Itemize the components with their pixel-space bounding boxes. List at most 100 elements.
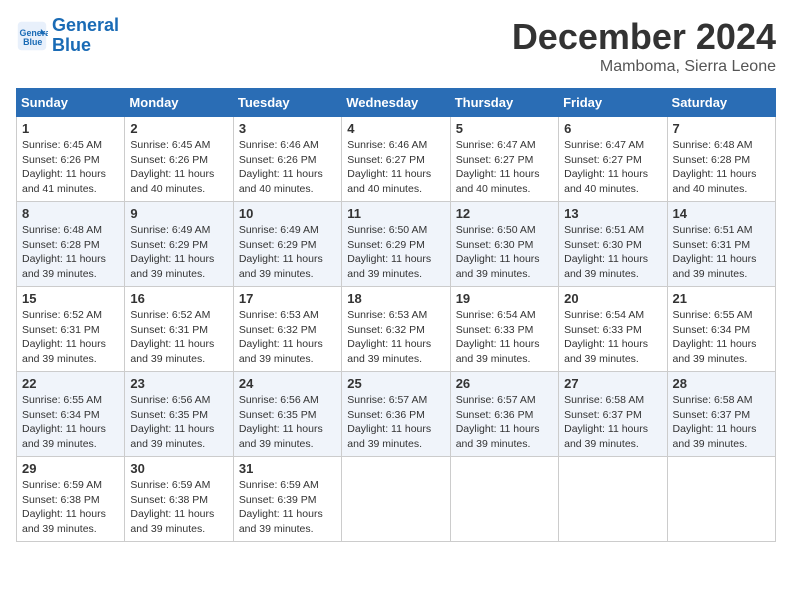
day-number: 31 <box>239 461 336 476</box>
col-header-wednesday: Wednesday <box>342 89 450 117</box>
day-cell-5: 5 Sunrise: 6:47 AM Sunset: 6:27 PM Dayli… <box>450 117 558 202</box>
day-info: Sunrise: 6:56 AM Sunset: 6:35 PM Dayligh… <box>130 393 227 452</box>
col-header-saturday: Saturday <box>667 89 775 117</box>
day-info: Sunrise: 6:49 AM Sunset: 6:29 PM Dayligh… <box>239 223 336 282</box>
day-number: 13 <box>564 206 661 221</box>
day-info: Sunrise: 6:59 AM Sunset: 6:38 PM Dayligh… <box>22 478 119 537</box>
day-info: Sunrise: 6:46 AM Sunset: 6:27 PM Dayligh… <box>347 138 444 197</box>
day-number: 9 <box>130 206 227 221</box>
day-cell-19: 19 Sunrise: 6:54 AM Sunset: 6:33 PM Dayl… <box>450 287 558 372</box>
page-header: General Blue General Blue December 2024 … <box>16 16 776 76</box>
day-number: 29 <box>22 461 119 476</box>
day-number: 8 <box>22 206 119 221</box>
day-cell-31: 31 Sunrise: 6:59 AM Sunset: 6:39 PM Dayl… <box>233 457 341 542</box>
day-number: 20 <box>564 291 661 306</box>
day-cell-7: 7 Sunrise: 6:48 AM Sunset: 6:28 PM Dayli… <box>667 117 775 202</box>
day-cell-29: 29 Sunrise: 6:59 AM Sunset: 6:38 PM Dayl… <box>17 457 125 542</box>
day-info: Sunrise: 6:52 AM Sunset: 6:31 PM Dayligh… <box>130 308 227 367</box>
day-info: Sunrise: 6:52 AM Sunset: 6:31 PM Dayligh… <box>22 308 119 367</box>
calendar-header-row: SundayMondayTuesdayWednesdayThursdayFrid… <box>17 89 776 117</box>
day-info: Sunrise: 6:53 AM Sunset: 6:32 PM Dayligh… <box>239 308 336 367</box>
day-number: 5 <box>456 121 553 136</box>
day-cell-9: 9 Sunrise: 6:49 AM Sunset: 6:29 PM Dayli… <box>125 202 233 287</box>
day-number: 27 <box>564 376 661 391</box>
day-cell-26: 26 Sunrise: 6:57 AM Sunset: 6:36 PM Dayl… <box>450 372 558 457</box>
day-cell-13: 13 Sunrise: 6:51 AM Sunset: 6:30 PM Dayl… <box>559 202 667 287</box>
day-cell-10: 10 Sunrise: 6:49 AM Sunset: 6:29 PM Dayl… <box>233 202 341 287</box>
day-cell-3: 3 Sunrise: 6:46 AM Sunset: 6:26 PM Dayli… <box>233 117 341 202</box>
day-info: Sunrise: 6:45 AM Sunset: 6:26 PM Dayligh… <box>22 138 119 197</box>
day-info: Sunrise: 6:56 AM Sunset: 6:35 PM Dayligh… <box>239 393 336 452</box>
day-cell-23: 23 Sunrise: 6:56 AM Sunset: 6:35 PM Dayl… <box>125 372 233 457</box>
empty-cell <box>667 457 775 542</box>
day-number: 21 <box>673 291 770 306</box>
col-header-sunday: Sunday <box>17 89 125 117</box>
col-header-thursday: Thursday <box>450 89 558 117</box>
col-header-monday: Monday <box>125 89 233 117</box>
day-number: 25 <box>347 376 444 391</box>
day-cell-21: 21 Sunrise: 6:55 AM Sunset: 6:34 PM Dayl… <box>667 287 775 372</box>
week-row-2: 8 Sunrise: 6:48 AM Sunset: 6:28 PM Dayli… <box>17 202 776 287</box>
day-info: Sunrise: 6:57 AM Sunset: 6:36 PM Dayligh… <box>456 393 553 452</box>
day-cell-14: 14 Sunrise: 6:51 AM Sunset: 6:31 PM Dayl… <box>667 202 775 287</box>
day-cell-30: 30 Sunrise: 6:59 AM Sunset: 6:38 PM Dayl… <box>125 457 233 542</box>
day-cell-15: 15 Sunrise: 6:52 AM Sunset: 6:31 PM Dayl… <box>17 287 125 372</box>
day-info: Sunrise: 6:47 AM Sunset: 6:27 PM Dayligh… <box>564 138 661 197</box>
day-number: 26 <box>456 376 553 391</box>
day-cell-25: 25 Sunrise: 6:57 AM Sunset: 6:36 PM Dayl… <box>342 372 450 457</box>
week-row-5: 29 Sunrise: 6:59 AM Sunset: 6:38 PM Dayl… <box>17 457 776 542</box>
logo: General Blue General Blue <box>16 16 119 56</box>
day-info: Sunrise: 6:50 AM Sunset: 6:29 PM Dayligh… <box>347 223 444 282</box>
calendar-table: SundayMondayTuesdayWednesdayThursdayFrid… <box>16 88 776 542</box>
svg-text:Blue: Blue <box>23 37 42 47</box>
logo-text-line1: General <box>52 16 119 36</box>
day-cell-17: 17 Sunrise: 6:53 AM Sunset: 6:32 PM Dayl… <box>233 287 341 372</box>
day-cell-20: 20 Sunrise: 6:54 AM Sunset: 6:33 PM Dayl… <box>559 287 667 372</box>
day-number: 28 <box>673 376 770 391</box>
day-cell-11: 11 Sunrise: 6:50 AM Sunset: 6:29 PM Dayl… <box>342 202 450 287</box>
day-info: Sunrise: 6:51 AM Sunset: 6:31 PM Dayligh… <box>673 223 770 282</box>
day-info: Sunrise: 6:50 AM Sunset: 6:30 PM Dayligh… <box>456 223 553 282</box>
day-info: Sunrise: 6:55 AM Sunset: 6:34 PM Dayligh… <box>673 308 770 367</box>
empty-cell <box>342 457 450 542</box>
location: Mamboma, Sierra Leone <box>512 58 776 76</box>
day-info: Sunrise: 6:45 AM Sunset: 6:26 PM Dayligh… <box>130 138 227 197</box>
day-cell-1: 1 Sunrise: 6:45 AM Sunset: 6:26 PM Dayli… <box>17 117 125 202</box>
day-cell-4: 4 Sunrise: 6:46 AM Sunset: 6:27 PM Dayli… <box>342 117 450 202</box>
day-info: Sunrise: 6:54 AM Sunset: 6:33 PM Dayligh… <box>564 308 661 367</box>
day-info: Sunrise: 6:48 AM Sunset: 6:28 PM Dayligh… <box>673 138 770 197</box>
day-cell-6: 6 Sunrise: 6:47 AM Sunset: 6:27 PM Dayli… <box>559 117 667 202</box>
day-cell-16: 16 Sunrise: 6:52 AM Sunset: 6:31 PM Dayl… <box>125 287 233 372</box>
empty-cell <box>559 457 667 542</box>
day-info: Sunrise: 6:49 AM Sunset: 6:29 PM Dayligh… <box>130 223 227 282</box>
day-number: 11 <box>347 206 444 221</box>
day-number: 22 <box>22 376 119 391</box>
empty-cell <box>450 457 558 542</box>
day-info: Sunrise: 6:55 AM Sunset: 6:34 PM Dayligh… <box>22 393 119 452</box>
day-info: Sunrise: 6:57 AM Sunset: 6:36 PM Dayligh… <box>347 393 444 452</box>
logo-icon: General Blue <box>16 20 48 52</box>
day-number: 2 <box>130 121 227 136</box>
day-cell-8: 8 Sunrise: 6:48 AM Sunset: 6:28 PM Dayli… <box>17 202 125 287</box>
day-number: 17 <box>239 291 336 306</box>
day-cell-24: 24 Sunrise: 6:56 AM Sunset: 6:35 PM Dayl… <box>233 372 341 457</box>
day-info: Sunrise: 6:58 AM Sunset: 6:37 PM Dayligh… <box>673 393 770 452</box>
day-info: Sunrise: 6:53 AM Sunset: 6:32 PM Dayligh… <box>347 308 444 367</box>
day-info: Sunrise: 6:48 AM Sunset: 6:28 PM Dayligh… <box>22 223 119 282</box>
day-info: Sunrise: 6:51 AM Sunset: 6:30 PM Dayligh… <box>564 223 661 282</box>
week-row-4: 22 Sunrise: 6:55 AM Sunset: 6:34 PM Dayl… <box>17 372 776 457</box>
day-cell-22: 22 Sunrise: 6:55 AM Sunset: 6:34 PM Dayl… <box>17 372 125 457</box>
day-info: Sunrise: 6:46 AM Sunset: 6:26 PM Dayligh… <box>239 138 336 197</box>
day-cell-18: 18 Sunrise: 6:53 AM Sunset: 6:32 PM Dayl… <box>342 287 450 372</box>
title-block: December 2024 Mamboma, Sierra Leone <box>512 16 776 76</box>
day-cell-2: 2 Sunrise: 6:45 AM Sunset: 6:26 PM Dayli… <box>125 117 233 202</box>
day-info: Sunrise: 6:59 AM Sunset: 6:39 PM Dayligh… <box>239 478 336 537</box>
day-info: Sunrise: 6:47 AM Sunset: 6:27 PM Dayligh… <box>456 138 553 197</box>
week-row-3: 15 Sunrise: 6:52 AM Sunset: 6:31 PM Dayl… <box>17 287 776 372</box>
day-number: 30 <box>130 461 227 476</box>
day-number: 4 <box>347 121 444 136</box>
day-cell-12: 12 Sunrise: 6:50 AM Sunset: 6:30 PM Dayl… <box>450 202 558 287</box>
day-info: Sunrise: 6:58 AM Sunset: 6:37 PM Dayligh… <box>564 393 661 452</box>
week-row-1: 1 Sunrise: 6:45 AM Sunset: 6:26 PM Dayli… <box>17 117 776 202</box>
day-number: 14 <box>673 206 770 221</box>
